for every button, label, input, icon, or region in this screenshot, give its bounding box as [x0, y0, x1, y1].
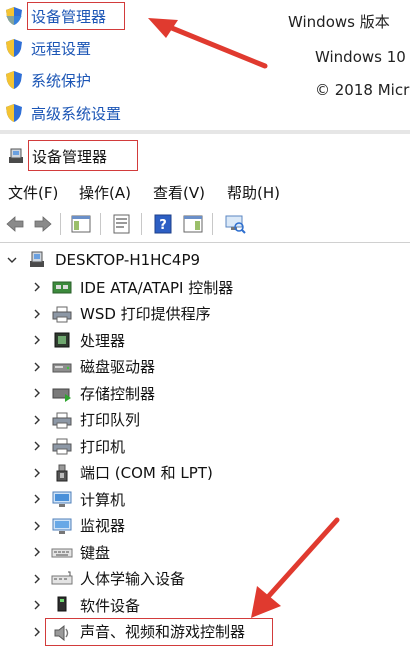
- arrow-annotation: [148, 18, 268, 69]
- port-icon: [56, 464, 68, 481]
- tree-item[interactable]: 打印队列: [0, 407, 410, 433]
- tree-item-label: WSD 打印提供程序: [80, 305, 211, 323]
- root-label: DESKTOP-H1HC4P9: [55, 251, 201, 269]
- tree-item-label: 软件设备: [80, 596, 141, 615]
- printer-icon: [52, 306, 72, 322]
- chevron-right-icon[interactable]: [32, 494, 42, 504]
- monitor-icon: [52, 518, 72, 534]
- chevron-right-icon[interactable]: [32, 468, 42, 478]
- tree-item[interactable]: 监视器: [0, 513, 410, 539]
- toolbar: ?: [0, 206, 410, 243]
- chevron-right-icon[interactable]: [32, 335, 42, 345]
- properties-icon[interactable]: [111, 213, 133, 235]
- highlight-box: [28, 140, 138, 171]
- menu-help[interactable]: 帮助(H): [227, 182, 280, 203]
- keyboard-icon: [51, 548, 73, 558]
- sidebar-item-label: 远程设置: [31, 39, 92, 58]
- printer-icon: [52, 438, 72, 455]
- toolbar-separator: [141, 213, 142, 235]
- tree-item[interactable]: 打印机: [0, 433, 410, 459]
- disk-drive-icon: [52, 363, 72, 372]
- tree-item[interactable]: 端口 (COM 和 LPT): [0, 460, 410, 486]
- windows-product: Windows 10: [315, 48, 406, 66]
- toolbar-separator: [60, 213, 61, 235]
- sidebar-item-system-protection[interactable]: 系统保护: [4, 68, 91, 92]
- forward-icon[interactable]: [32, 213, 54, 235]
- chevron-right-icon[interactable]: [32, 600, 42, 610]
- shield-icon: [6, 7, 22, 25]
- highlight-box: [45, 618, 273, 646]
- processor-icon: [54, 332, 70, 348]
- action-pane-icon[interactable]: [182, 213, 204, 235]
- back-icon[interactable]: [4, 213, 26, 235]
- ide-controller-icon: [52, 281, 72, 294]
- shield-icon: [6, 71, 22, 89]
- device-manager-title-bar: 设备管理器: [0, 138, 410, 174]
- chevron-right-icon[interactable]: [32, 282, 42, 292]
- shield-icon: [6, 104, 22, 122]
- tree-item-label: 打印机: [80, 437, 126, 456]
- menu-file[interactable]: 文件(F): [8, 182, 58, 203]
- menu-action[interactable]: 操作(A): [79, 182, 131, 203]
- computer-root-icon: [30, 251, 44, 267]
- tree-item[interactable]: 人体学输入设备: [0, 566, 410, 592]
- show-hide-console-tree-icon[interactable]: [70, 213, 92, 235]
- tree-item[interactable]: 软件设备: [0, 592, 410, 618]
- tree-item-label: 键盘: [80, 543, 111, 562]
- tree-item-label: 磁盘驱动器: [80, 358, 156, 376]
- tree-item[interactable]: 存储控制器: [0, 380, 410, 406]
- chevron-right-icon[interactable]: [32, 574, 42, 584]
- tree-item-label: 计算机: [80, 490, 126, 509]
- toolbar-separator: [212, 213, 213, 235]
- system-panel: 设备管理器 远程设置 系统保护 高级系统设置 Windows 版本 Window…: [0, 0, 410, 130]
- chevron-down-icon[interactable]: [7, 255, 17, 265]
- svg-text:?: ?: [159, 218, 167, 233]
- tree-item-label: 处理器: [80, 331, 126, 350]
- menu-view[interactable]: 查看(V): [153, 182, 205, 203]
- storage-controller-icon: [52, 388, 71, 402]
- chevron-right-icon[interactable]: [32, 388, 42, 398]
- toolbar-separator: [100, 213, 101, 235]
- shield-icon: [6, 39, 22, 57]
- tree-item[interactable]: 计算机: [0, 486, 410, 512]
- tree-item-label: 打印队列: [80, 411, 141, 429]
- help-icon[interactable]: ?: [152, 213, 174, 235]
- sidebar-item-label: 高级系统设置: [31, 104, 122, 123]
- chevron-right-icon[interactable]: [32, 362, 42, 372]
- tree-item[interactable]: 磁盘驱动器: [0, 354, 410, 380]
- tree-item-label: IDE ATA/ATAPI 控制器: [80, 278, 234, 297]
- chevron-right-icon[interactable]: [32, 547, 42, 557]
- tree-item-label: 端口 (COM 和 LPT): [80, 464, 213, 482]
- computer-icon: [52, 491, 72, 507]
- menu-bar: 文件(F) 操作(A) 查看(V) 帮助(H): [0, 178, 410, 204]
- copyright-text: © 2018 Micr: [315, 81, 410, 99]
- device-manager-icon: [9, 148, 23, 163]
- tree-item[interactable]: IDE ATA/ATAPI 控制器: [0, 274, 410, 300]
- chevron-right-icon[interactable]: [32, 627, 42, 637]
- tree-item-label: 人体学输入设备: [80, 570, 186, 588]
- hid-icon: [51, 571, 73, 584]
- chevron-right-icon[interactable]: [32, 441, 42, 451]
- sidebar-item-label: 系统保护: [31, 71, 92, 90]
- tree-item[interactable]: 键盘: [0, 539, 410, 565]
- scan-hardware-icon[interactable]: [224, 213, 246, 235]
- device-tree: DESKTOP-H1HC4P9 IDE ATA/ATAPI 控制器 WSD 打印提…: [0, 244, 410, 650]
- chevron-right-icon[interactable]: [32, 309, 42, 319]
- chevron-right-icon[interactable]: [32, 415, 42, 425]
- sidebar-item-advanced-settings[interactable]: 高级系统设置: [4, 101, 121, 125]
- tree-item-label: 监视器: [80, 517, 126, 535]
- sidebar-item-remote-settings[interactable]: 远程设置: [4, 36, 91, 60]
- tree-root[interactable]: DESKTOP-H1HC4P9: [0, 247, 410, 273]
- chevron-right-icon[interactable]: [32, 521, 42, 531]
- software-device-icon: [57, 596, 67, 612]
- windows-edition-label: Windows 版本: [288, 13, 390, 31]
- tree-item-label: 存储控制器: [80, 384, 156, 403]
- tree-item[interactable]: 处理器: [0, 327, 410, 353]
- tree-item[interactable]: WSD 打印提供程序: [0, 301, 410, 327]
- highlight-box: [27, 2, 125, 30]
- divider: [0, 130, 410, 134]
- print-queue-icon: [52, 412, 72, 428]
